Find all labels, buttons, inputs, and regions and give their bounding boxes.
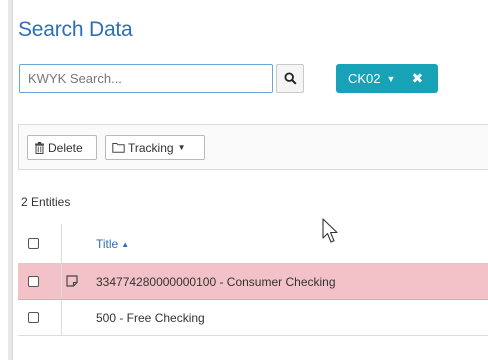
tracking-label: Tracking	[128, 140, 174, 155]
row-title[interactable]: 500 - Free Checking	[96, 311, 205, 325]
select-all-checkbox[interactable]	[28, 238, 39, 249]
search-input[interactable]	[19, 64, 273, 93]
chevron-down-icon: ▼	[386, 73, 396, 84]
filter-label: CK02	[348, 71, 381, 86]
folder-icon	[112, 143, 125, 153]
search-button[interactable]	[276, 64, 304, 93]
column-header-title[interactable]: Title ▲	[96, 237, 129, 251]
close-icon[interactable]: ✖	[411, 70, 423, 87]
tracking-dropdown-button[interactable]: Tracking ▼	[105, 135, 205, 160]
table-row[interactable]: 334774280000000100 - Consumer Checking	[18, 264, 488, 300]
page-title: Search Data	[18, 18, 133, 41]
results-table: Title ▲ 334774280000000100 - Consumer Che…	[18, 224, 488, 360]
delete-button[interactable]: Delete	[27, 135, 97, 160]
search-icon	[283, 72, 297, 85]
table-header-row: Title ▲	[18, 224, 488, 264]
toolbar: Delete Tracking ▼	[18, 124, 488, 170]
delete-label: Delete	[48, 140, 83, 155]
mouse-cursor-icon	[322, 218, 338, 243]
column-header-label: Title	[96, 237, 119, 251]
sort-asc-icon: ▲	[121, 240, 130, 249]
row-title[interactable]: 334774280000000100 - Consumer Checking	[96, 275, 336, 289]
trash-icon	[35, 141, 44, 154]
column-divider	[61, 264, 62, 299]
column-divider	[61, 224, 62, 263]
row-checkbox[interactable]	[28, 312, 39, 323]
entity-count: 2 Entities	[21, 195, 71, 209]
left-panel-border	[8, 0, 13, 360]
row-checkbox[interactable]	[28, 276, 39, 287]
chevron-down-icon: ▼	[177, 143, 186, 152]
table-row[interactable]: 500 - Free Checking	[18, 300, 488, 336]
column-divider	[61, 300, 62, 335]
filter-dropdown[interactable]: CK02 ▼ ✖	[336, 64, 438, 93]
note-icon[interactable]	[66, 275, 78, 287]
